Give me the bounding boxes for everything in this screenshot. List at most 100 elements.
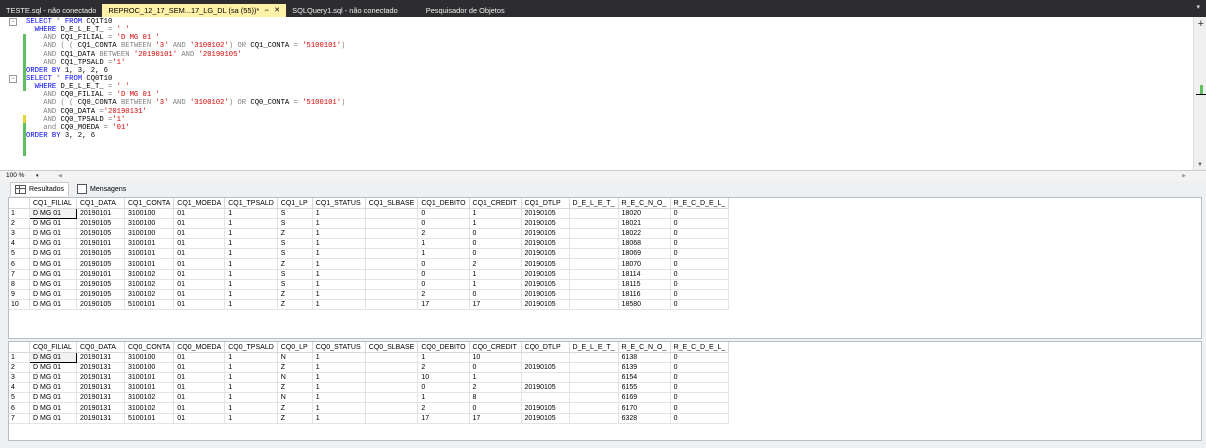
row-number[interactable]: 6 [9, 258, 30, 270]
table-cell[interactable] [365, 279, 419, 290]
table-cell[interactable]: 01 [173, 299, 226, 310]
table-cell[interactable]: 3100101 [124, 372, 175, 384]
table-cell[interactable]: 01 [173, 258, 226, 270]
column-header[interactable]: CQ0_DEBITO [417, 342, 470, 353]
table-cell[interactable]: Z [277, 258, 313, 270]
table-cell[interactable]: D MG 01 [29, 413, 77, 424]
column-header[interactable]: CQ1_FILIAL [29, 198, 77, 209]
row-number[interactable]: 3 [9, 372, 30, 384]
table-cell[interactable]: 01 [173, 402, 226, 414]
column-header[interactable]: CQ0_DATA [76, 342, 125, 353]
table-cell[interactable]: 01 [173, 238, 226, 250]
table-row[interactable]: 7D MG 01 20190101 3100102 01 1 S 1 0 1 20190105 18… [9, 269, 730, 280]
column-header[interactable]: D_E_L_E_T_ [569, 342, 619, 353]
table-cell[interactable]: 20190105 [521, 402, 570, 414]
table-cell[interactable]: 20190105 [521, 218, 570, 230]
row-number[interactable]: 5 [9, 392, 30, 404]
row-number[interactable]: 4 [9, 382, 30, 394]
table-cell[interactable]: 18114 [618, 269, 671, 280]
table-cell[interactable]: 5100101 [124, 413, 175, 424]
table-cell[interactable]: 20190105 [521, 289, 570, 300]
table-cell[interactable]: 01 [173, 352, 226, 364]
code-line[interactable]: AND CQ1_TPSALD ='1' [26, 59, 1192, 67]
table-cell[interactable]: 1 [312, 269, 366, 280]
table-cell[interactable]: 2 [417, 289, 470, 300]
table-cell[interactable] [365, 382, 419, 394]
table-cell[interactable]: 1 [224, 208, 278, 220]
table-cell[interactable] [365, 258, 419, 270]
table-cell[interactable]: 0 [670, 258, 730, 270]
table-cell[interactable]: 3100102 [124, 289, 175, 300]
table-cell[interactable]: 18020 [618, 208, 671, 220]
table-cell[interactable]: 0 [469, 402, 522, 414]
table-row[interactable]: 2D MG 01 20190131 3100100 01 1 Z 1 2 0 20190105 61… [9, 362, 730, 374]
table-cell[interactable]: 1 [224, 238, 278, 250]
table-cell[interactable]: 1 [224, 382, 278, 394]
table-cell[interactable]: D MG 01 [29, 218, 77, 230]
table-cell[interactable] [569, 238, 619, 250]
table-cell[interactable]: 17 [469, 299, 522, 310]
code-line[interactable]: AND CQ0_TPSALD ='1' [26, 116, 1192, 124]
code-line[interactable]: ORDER BY 3, 2, 6 [26, 132, 1192, 140]
column-header[interactable]: CQ1_DATA [76, 198, 125, 209]
table-cell[interactable]: 20190105 [521, 269, 570, 280]
table-cell[interactable]: 1 [224, 228, 278, 240]
column-header[interactable]: R_E_C_N_O_ [618, 342, 671, 353]
table-cell[interactable]: 6170 [618, 402, 671, 414]
table-cell[interactable]: 1 [312, 362, 366, 374]
table-cell[interactable]: D MG 01 [29, 382, 77, 394]
column-header[interactable]: CQ1_SLBASE [365, 198, 419, 209]
table-row[interactable]: 6D MG 01 20190131 3100102 01 1 Z 1 2 0 20190105 61… [9, 402, 730, 414]
table-cell[interactable] [365, 413, 419, 424]
table-cell[interactable]: 3100101 [124, 238, 175, 250]
table-cell[interactable]: 1 [224, 279, 278, 290]
code-line[interactable]: AND CQ1_DATA BETWEEN '20190101' AND '201… [26, 51, 1192, 59]
result-table-1[interactable]: CQ1_FILIAL CQ1_DATA CQ1_CONTA CQ1_MOEDA CQ1_… [9, 198, 730, 310]
table-cell[interactable]: 1 [312, 299, 366, 310]
table-cell[interactable]: 01 [173, 413, 226, 424]
table-cell[interactable]: 0 [469, 362, 522, 374]
table-cell[interactable]: Z [277, 413, 313, 424]
table-cell[interactable] [569, 372, 619, 384]
table-cell[interactable] [365, 228, 419, 240]
table-cell[interactable]: 18070 [618, 258, 671, 270]
table-cell[interactable]: 2 [417, 362, 470, 374]
row-number[interactable]: 1 [9, 352, 30, 364]
table-cell[interactable]: D MG 01 [29, 289, 77, 300]
editor-vertical-scrollbar[interactable]: + ▼ [1193, 17, 1206, 170]
table-cell[interactable]: 0 [670, 228, 730, 240]
table-cell[interactable]: 2 [469, 382, 522, 394]
table-cell[interactable]: 3100100 [124, 218, 175, 230]
column-header[interactable]: R_E_C_D_E_L_ [670, 342, 730, 353]
table-cell[interactable]: 18022 [618, 228, 671, 240]
table-cell[interactable]: 0 [469, 289, 522, 300]
table-cell[interactable] [365, 289, 419, 300]
table-cell[interactable]: D MG 01 [29, 372, 77, 384]
table-cell[interactable]: 20190105 [521, 299, 570, 310]
table-cell[interactable]: 01 [173, 248, 226, 260]
table-cell[interactable]: 1 [312, 208, 366, 220]
column-header[interactable]: CQ0_CONTA [124, 342, 175, 353]
table-cell[interactable] [569, 392, 619, 404]
table-cell[interactable]: 1 [312, 218, 366, 230]
code-line[interactable]: AND CQ1_FILIAL = 'D MG 01 ' [26, 34, 1192, 42]
table-cell[interactable]: 0 [670, 218, 730, 230]
table-cell[interactable]: 20190105 [521, 228, 570, 240]
table-cell[interactable]: 2 [417, 228, 470, 240]
table-cell[interactable]: 3100100 [124, 228, 175, 240]
table-cell[interactable]: 01 [173, 269, 226, 280]
table-cell[interactable]: 01 [173, 208, 226, 220]
table-cell[interactable] [365, 218, 419, 230]
table-cell[interactable] [365, 248, 419, 260]
table-cell[interactable]: 1 [224, 218, 278, 230]
table-cell[interactable] [569, 289, 619, 300]
table-cell[interactable]: 0 [417, 258, 470, 270]
zoom-level[interactable]: 100 % [6, 171, 24, 181]
table-cell[interactable] [365, 238, 419, 250]
table-cell[interactable]: 1 [469, 218, 522, 230]
table-cell[interactable]: 3100100 [124, 208, 175, 220]
tab-messages[interactable]: Mensagens [73, 182, 130, 196]
table-cell[interactable] [569, 208, 619, 220]
code-line[interactable]: WHERE D_E_L_E_T_ = ' ' [26, 26, 1192, 34]
tab-results[interactable]: Resultados [10, 182, 70, 196]
